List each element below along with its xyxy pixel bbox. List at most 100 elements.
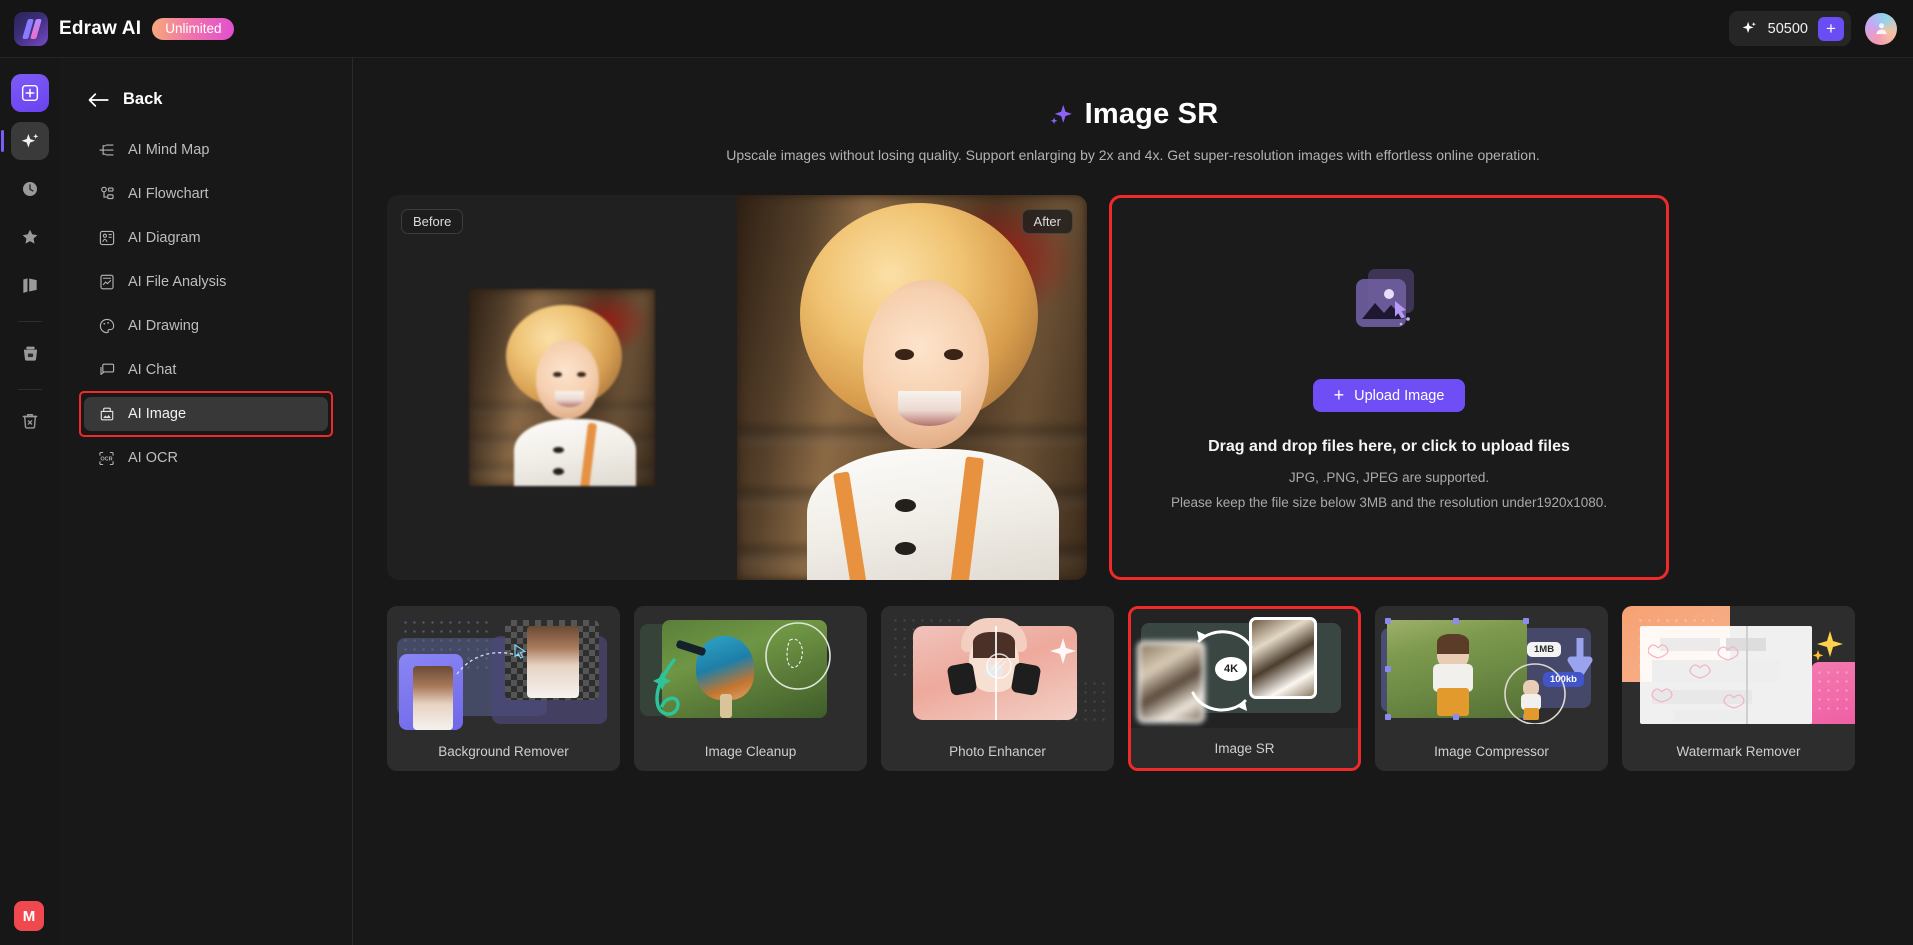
- card-artwork: 4K: [1131, 609, 1358, 728]
- top-bar: Edraw AI Unlimited 50500 +: [0, 0, 1913, 58]
- card-artwork: [881, 606, 1114, 731]
- rail-item-ai-tools[interactable]: [1, 122, 49, 160]
- page-header: Image SR: [353, 98, 1913, 131]
- sparkle-icon: [1812, 631, 1843, 661]
- menu-item-ai-chat[interactable]: AI Chat: [84, 353, 328, 387]
- rail-divider: [18, 321, 42, 322]
- file-analysis-icon: [97, 273, 116, 292]
- flowchart-icon: [97, 185, 116, 204]
- rail-item-favorites[interactable]: [11, 218, 49, 256]
- tool-card-photo-enhancer[interactable]: Photo Enhancer: [881, 606, 1114, 771]
- arrow-curved-up-icon: [1197, 630, 1253, 649]
- brand-name: Edraw AI: [59, 17, 142, 39]
- folder-icon: [23, 346, 37, 361]
- lens-icon: [986, 653, 1012, 679]
- menu-item-label: AI OCR: [128, 450, 178, 466]
- card-label: Watermark Remover: [1622, 731, 1855, 771]
- cursor-icon: [514, 644, 527, 659]
- credits-count: 50500: [1767, 20, 1808, 37]
- unlimited-badge[interactable]: Unlimited: [152, 17, 235, 40]
- top-bar-right: 50500 +: [1728, 11, 1913, 46]
- lasso-selection-icon: [765, 622, 831, 690]
- sparkle-icon: [1050, 638, 1076, 664]
- watermark-pattern-icon: [1648, 644, 1745, 709]
- card-label: Image Cleanup: [634, 731, 867, 771]
- tool-card-image-sr[interactable]: 4K Image SR: [1128, 606, 1361, 771]
- page-title: Image SR: [1084, 98, 1219, 130]
- card-artwork: [1622, 606, 1855, 731]
- arrow-left-icon: [88, 92, 109, 107]
- menu-item-label: AI Drawing: [128, 318, 199, 334]
- gallery-icon: [23, 278, 37, 293]
- add-credits-button[interactable]: +: [1818, 16, 1844, 41]
- preview-before: Before: [387, 195, 737, 580]
- arrow-curved-down-icon: [1191, 691, 1247, 712]
- svg-text:OCR: OCR: [100, 456, 112, 462]
- left-rail: M: [0, 58, 60, 945]
- dropzone-limits: Please keep the file size below 3MB and …: [1170, 494, 1608, 510]
- tool-card-image-compressor[interactable]: 1MB 100kb Image Compressor: [1375, 606, 1608, 771]
- after-image: [737, 195, 1087, 580]
- palette-icon: [97, 317, 116, 336]
- plus-square-icon: [21, 84, 39, 102]
- brush-stroke-icon: [653, 658, 680, 716]
- card-label: Background Remover: [387, 731, 620, 771]
- menu-item-ai-flowchart[interactable]: AI Flowchart: [84, 177, 328, 211]
- menu-item-ai-ocr[interactable]: OCR AI OCR: [84, 441, 328, 475]
- menu-item-label: AI Mind Map: [128, 142, 210, 158]
- tool-card-image-cleanup[interactable]: Image Cleanup: [634, 606, 867, 771]
- menu-item-ai-image[interactable]: AI Image: [79, 391, 333, 437]
- card-artwork: 1MB 100kb: [1375, 606, 1608, 731]
- chat-bubble-icon: [97, 361, 116, 380]
- card-label: Image SR: [1131, 728, 1358, 768]
- menu-item-ai-file-analysis[interactable]: AI File Analysis: [84, 265, 328, 299]
- page-subtitle: Upscale images without losing quality. S…: [726, 147, 1540, 163]
- upload-image-button[interactable]: + Upload Image: [1312, 379, 1466, 413]
- size-before-tag: 1MB: [1527, 642, 1562, 657]
- upload-image-label: Upload Image: [1354, 387, 1445, 404]
- star-icon: [22, 229, 38, 244]
- sparkle-icon: [1050, 104, 1072, 125]
- back-label: Back: [123, 90, 163, 108]
- rail-item-files[interactable]: [11, 334, 49, 372]
- rail-item-trash[interactable]: [11, 402, 49, 440]
- menu-item-ai-diagram[interactable]: AI Diagram: [84, 221, 328, 255]
- sparkle-icon: [1742, 21, 1756, 33]
- back-button[interactable]: Back: [60, 58, 352, 109]
- plus-icon: +: [1333, 385, 1345, 406]
- left-panel: Back AI Mind Map AI Flowchart AI Diagram…: [60, 58, 353, 945]
- ocr-icon: OCR: [97, 449, 116, 468]
- avatar[interactable]: [1865, 12, 1897, 45]
- before-badge: Before: [401, 209, 464, 234]
- tool-card-background-remover[interactable]: Background Remover: [387, 606, 620, 771]
- tool-card-watermark-remover[interactable]: Watermark Remover: [1622, 606, 1855, 771]
- content-row: Before After + Upload Image Drag and dro…: [353, 195, 1913, 580]
- rail-item-new-document[interactable]: [11, 74, 49, 112]
- sparkle-icon: [21, 133, 38, 147]
- image-icon: [97, 405, 116, 424]
- credits-pill[interactable]: 50500 +: [1728, 11, 1851, 46]
- menu-item-ai-drawing[interactable]: AI Drawing: [84, 309, 328, 343]
- card-artwork: [387, 606, 620, 731]
- menu-item-label: AI File Analysis: [128, 274, 227, 290]
- menu-item-label: AI Flowchart: [128, 186, 209, 202]
- upload-dropzone[interactable]: + Upload Image Drag and drop files here,…: [1109, 195, 1669, 580]
- menu-item-label: AI Image: [128, 406, 187, 422]
- workspace-badge[interactable]: M: [14, 901, 44, 931]
- mind-map-icon: [97, 141, 116, 160]
- card-artwork: [634, 606, 867, 731]
- menu-item-ai-mind-map[interactable]: AI Mind Map: [84, 133, 328, 167]
- card-label: Image Compressor: [1375, 731, 1608, 771]
- clock-icon: [23, 182, 37, 196]
- scale-tag: 4K: [1215, 657, 1247, 681]
- edraw-logo-icon[interactable]: [14, 11, 48, 46]
- trash-icon: [22, 413, 38, 429]
- before-after-preview: Before After: [387, 195, 1087, 580]
- menu-item-label: AI Diagram: [128, 230, 201, 246]
- rail-item-templates[interactable]: [11, 266, 49, 304]
- rail-item-recent[interactable]: [11, 170, 49, 208]
- main-content: Image SR Upscale images without losing q…: [353, 58, 1913, 945]
- rail-divider: [18, 389, 42, 390]
- tool-cards: Background Remover Image Cleanup Photo E…: [353, 606, 1913, 771]
- diagram-icon: [97, 229, 116, 248]
